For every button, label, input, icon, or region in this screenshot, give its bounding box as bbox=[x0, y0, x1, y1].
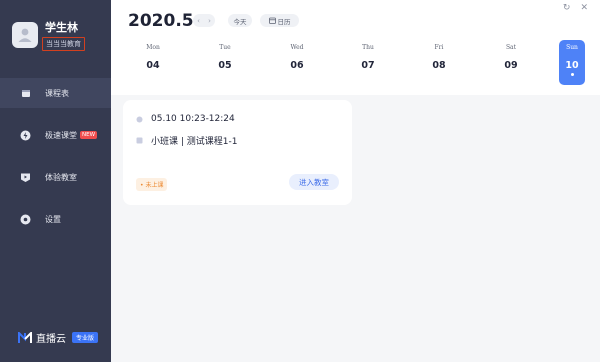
user-name: 学生林 bbox=[45, 21, 78, 34]
avatar[interactable] bbox=[12, 22, 38, 48]
schedule-header: 2020.5 ‹ › 今天 日历 ↻ ✕ Mon 04 Tue 05 Wed 0… bbox=[111, 0, 600, 95]
chevron-left-icon[interactable]: ‹ bbox=[197, 17, 200, 25]
brand-name: 直播云 bbox=[36, 334, 66, 345]
current-month: 2020.5 bbox=[128, 11, 194, 31]
lesson-card[interactable]: 05.10 10:23-12:24 小班课 | 测试课程1-1 • 未上课 进入… bbox=[123, 100, 352, 205]
day-thu[interactable]: Thu 07 bbox=[355, 40, 381, 85]
enter-classroom-button[interactable]: 进入教室 bbox=[289, 174, 339, 190]
day-of-week: Mon bbox=[146, 44, 160, 51]
lesson-time-row: 05.10 10:23-12:24 bbox=[136, 114, 235, 124]
day-date: 07 bbox=[361, 60, 375, 71]
day-sat[interactable]: Sat 09 bbox=[498, 40, 524, 85]
day-of-week: Tue bbox=[219, 44, 231, 51]
brand-logo-icon bbox=[18, 331, 32, 343]
sidebar-item-label: 课程表 bbox=[45, 88, 69, 98]
sidebar-item-settings[interactable]: 设置 bbox=[0, 204, 111, 234]
new-badge: NEW bbox=[80, 131, 98, 139]
day-of-week: Sat bbox=[505, 44, 517, 51]
day-of-week: Wed bbox=[290, 44, 304, 51]
day-date: 09 bbox=[504, 60, 518, 71]
day-of-week: Thu bbox=[362, 44, 374, 51]
week-strip: Mon 04 Tue 05 Wed 06 Thu 07 Fri 08 Sat 0… bbox=[123, 40, 593, 86]
calendar-button[interactable]: 日历 bbox=[260, 14, 299, 27]
clock-icon bbox=[136, 116, 143, 123]
day-tue[interactable]: Tue 05 bbox=[212, 40, 238, 85]
sidebar-nav: 课程表 极速课堂 NEW 体验教室 设置 bbox=[0, 78, 111, 246]
sidebar-item-trial-classroom[interactable]: 体验教室 bbox=[0, 162, 111, 192]
day-mon[interactable]: Mon 04 bbox=[140, 40, 166, 85]
course-icon bbox=[136, 137, 143, 144]
day-date: 04 bbox=[146, 60, 160, 71]
day-date: 10 bbox=[565, 60, 579, 71]
today-button[interactable]: 今天 bbox=[228, 14, 252, 27]
lightning-icon bbox=[20, 130, 31, 141]
sidebar-item-label: 体验教室 bbox=[45, 172, 77, 182]
day-sun-selected[interactable]: Sun 10 bbox=[559, 40, 585, 85]
day-wed[interactable]: Wed 06 bbox=[284, 40, 310, 85]
chevron-right-icon[interactable]: › bbox=[208, 17, 211, 25]
day-date: 08 bbox=[432, 60, 446, 71]
window-controls: ↻ ✕ bbox=[563, 3, 588, 13]
sidebar-item-label: 极速课堂 bbox=[45, 130, 77, 140]
lesson-course-row: 小班课 | 测试课程1-1 bbox=[136, 134, 237, 147]
day-fri[interactable]: Fri 08 bbox=[426, 40, 452, 85]
sidebar-item-label: 设置 bbox=[45, 214, 61, 224]
schedule-icon bbox=[20, 88, 31, 99]
refresh-icon[interactable]: ↻ bbox=[563, 3, 571, 13]
sidebar-item-schedule[interactable]: 课程表 bbox=[0, 78, 111, 108]
edition-badge: 专业版 bbox=[72, 332, 99, 343]
sidebar: 学生林 当当当教育 课程表 极速课堂 NEW 体验教室 设置 直播云 专业版 bbox=[0, 0, 111, 362]
school-name: 当当当教育 bbox=[42, 37, 85, 51]
calendar-icon bbox=[268, 17, 276, 24]
has-lesson-dot bbox=[570, 73, 574, 76]
lesson-course: 小班课 | 测试课程1-1 bbox=[151, 137, 238, 147]
trial-classroom-icon bbox=[20, 172, 31, 183]
sidebar-item-express-class[interactable]: 极速课堂 NEW bbox=[0, 120, 111, 150]
lesson-datetime: 05.10 10:23-12:24 bbox=[151, 114, 235, 124]
user-avatar-icon bbox=[18, 28, 32, 42]
day-of-week: Sun bbox=[566, 44, 578, 51]
calendar-label: 日历 bbox=[277, 17, 291, 26]
month-navigation: ‹ › bbox=[193, 14, 215, 27]
brand: 直播云 专业版 bbox=[18, 330, 99, 345]
settings-icon bbox=[20, 214, 31, 225]
day-of-week: Fri bbox=[434, 44, 444, 51]
close-icon[interactable]: ✕ bbox=[580, 3, 588, 13]
day-date: 06 bbox=[290, 60, 304, 71]
day-date: 05 bbox=[218, 60, 232, 71]
status-badge: • 未上课 bbox=[136, 178, 168, 191]
